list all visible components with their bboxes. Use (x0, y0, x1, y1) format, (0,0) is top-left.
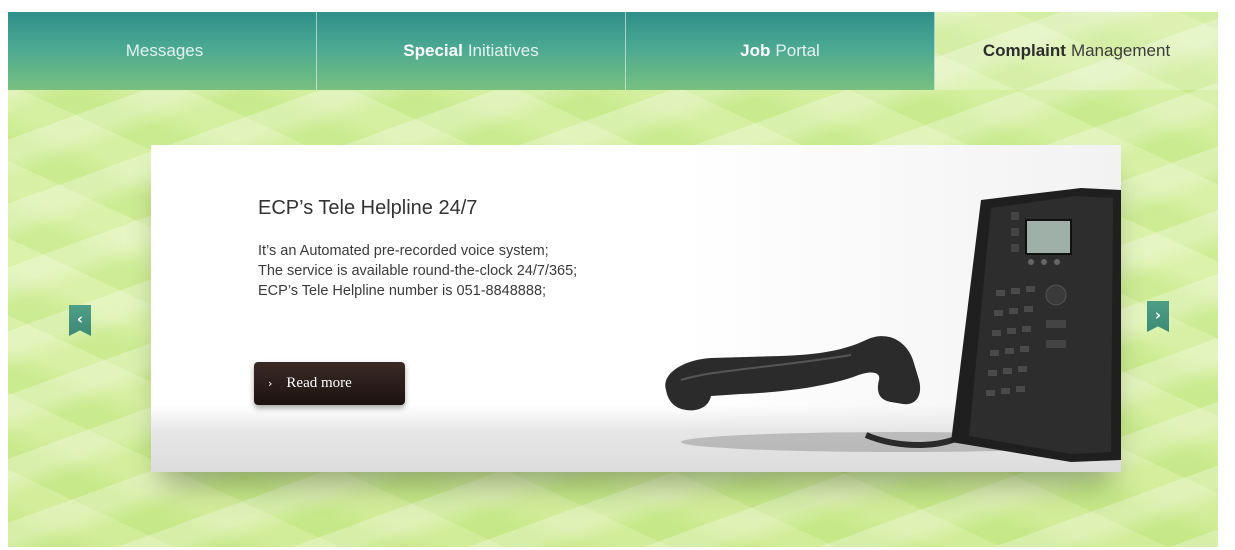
chevron-right-icon: › (268, 377, 273, 390)
tab-complaint-management-label: Management (1070, 41, 1171, 60)
tab-job-portal-bold: Job (740, 41, 771, 60)
next-slide-button[interactable]: › (1147, 301, 1169, 332)
chevron-right-icon: › (1154, 306, 1162, 324)
telephone-image (665, 188, 1121, 462)
slide-line: It’s an Automated pre-recorded voice sys… (258, 243, 549, 259)
slide-card: ECP’s Tele Helpline 24/7 It’s an Automat… (151, 145, 1121, 472)
tab-special-initiatives[interactable]: Special Initiatives (317, 12, 626, 90)
slide-title: ECP’s Tele Helpline 24/7 (258, 197, 478, 219)
slide-description: It’s an Automated pre-recorded voice sys… (258, 241, 577, 301)
tab-complaint-management[interactable]: Complaint Management (935, 12, 1218, 90)
slider-frame: Messages Special Initiatives Job Portal Co… (8, 12, 1218, 547)
slide-line: The service is available round-the-clock… (258, 263, 578, 279)
prev-slide-button[interactable]: ‹ (69, 305, 91, 336)
tab-special-initiatives-bold: Special (403, 41, 463, 60)
tab-job-portal-label: Portal (775, 41, 820, 60)
tab-bar: Messages Special Initiatives Job Portal Co… (8, 12, 1218, 90)
tab-job-portal[interactable]: Job Portal (626, 12, 935, 90)
slide-line: ECP’s Tele Helpline number is 051-884888… (258, 283, 547, 299)
read-more-label: Read more (286, 375, 352, 391)
tab-messages-label: Messages (125, 41, 204, 60)
tab-messages[interactable]: Messages (8, 12, 317, 90)
read-more-button[interactable]: › Read more (254, 362, 405, 405)
tab-complaint-management-bold: Complaint (982, 41, 1066, 60)
chevron-left-icon: ‹ (76, 310, 84, 328)
tab-special-initiatives-label: Initiatives (467, 41, 539, 60)
